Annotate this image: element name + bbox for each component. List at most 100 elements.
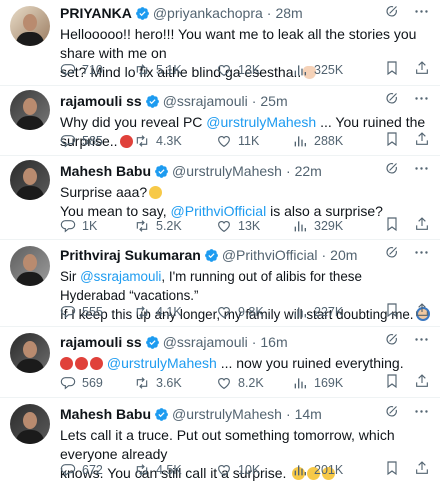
- repost-button[interactable]: 5.1K: [134, 62, 216, 78]
- like-button[interactable]: 9.8K: [216, 304, 292, 320]
- timestamp[interactable]: 28m: [275, 5, 302, 21]
- reply-button[interactable]: 569: [60, 375, 134, 391]
- views-button[interactable]: 169K: [292, 375, 368, 391]
- bookmark-icon[interactable]: [384, 302, 400, 321]
- share-icon[interactable]: [414, 131, 430, 150]
- mention-link[interactable]: @urstrulyMahesh: [107, 355, 217, 371]
- views-count: 227K: [314, 304, 344, 319]
- avatar[interactable]: [10, 333, 50, 373]
- author-name[interactable]: rajamouli ss: [60, 334, 142, 350]
- reply-button[interactable]: 585: [60, 133, 134, 149]
- author-handle[interactable]: @PrithviOfficial: [222, 247, 318, 263]
- timestamp[interactable]: 16m: [260, 334, 287, 350]
- more-icon[interactable]: [413, 3, 430, 20]
- author-name[interactable]: Prithviraj Sukumaran: [60, 247, 201, 263]
- like-button[interactable]: 10K: [216, 462, 292, 478]
- repost-button[interactable]: 4.3K: [134, 133, 216, 149]
- repost-button[interactable]: 3.6K: [134, 375, 216, 391]
- more-icon[interactable]: [413, 244, 430, 261]
- verified-badge-icon: [145, 335, 160, 350]
- tweet-header-icons: [384, 403, 430, 420]
- grok-icon[interactable]: [384, 161, 399, 176]
- reply-icon: [60, 62, 76, 78]
- author-name[interactable]: rajamouli ss: [60, 93, 142, 109]
- like-button[interactable]: 11K: [216, 133, 292, 149]
- like-button[interactable]: 13K: [216, 218, 292, 234]
- author-name[interactable]: Mahesh Babu: [60, 406, 151, 422]
- tweet[interactable]: Mahesh Babu @urstrulyMahesh · 14m Lets c…: [0, 398, 440, 487]
- tweet-text-line: Surprise aaa?: [60, 184, 148, 200]
- like-button[interactable]: 8.2K: [216, 375, 292, 391]
- bookmark-icon[interactable]: [384, 60, 400, 79]
- avatar[interactable]: [10, 246, 50, 286]
- reply-button[interactable]: 555: [60, 304, 134, 320]
- share-icon[interactable]: [414, 373, 430, 392]
- tweet-actions: 555 4.1K 9.8K 227K: [60, 302, 430, 321]
- tweet-actions: 569 3.6K 8.2K 169K: [60, 373, 430, 392]
- author-handle[interactable]: @ssrajamouli: [163, 93, 248, 109]
- reply-button[interactable]: 1K: [60, 218, 134, 234]
- bookmark-icon[interactable]: [384, 373, 400, 392]
- bookmark-icon[interactable]: [384, 216, 400, 235]
- share-icon[interactable]: [414, 60, 430, 79]
- author-handle[interactable]: @priyankachopra: [153, 5, 263, 21]
- avatar[interactable]: [10, 90, 50, 130]
- timestamp[interactable]: 25m: [260, 93, 287, 109]
- repost-button[interactable]: 4.5K: [134, 462, 216, 478]
- more-icon[interactable]: [413, 403, 430, 420]
- tweet-header-icons: [384, 331, 430, 348]
- author-name[interactable]: PRIYANKA: [60, 5, 132, 21]
- tweet[interactable]: PRIYANKA @priyankachopra · 28m Hellooooo…: [0, 0, 440, 86]
- repost-button[interactable]: 5.2K: [134, 218, 216, 234]
- timestamp[interactable]: 22m: [295, 163, 322, 179]
- repost-icon: [134, 133, 150, 149]
- avatar[interactable]: [10, 404, 50, 444]
- more-icon[interactable]: [413, 90, 430, 107]
- reply-button[interactable]: 672: [60, 462, 134, 478]
- grok-icon[interactable]: [384, 91, 399, 106]
- more-icon[interactable]: [413, 331, 430, 348]
- share-icon[interactable]: [414, 302, 430, 321]
- grok-icon[interactable]: [384, 332, 399, 347]
- author-handle[interactable]: @ssrajamouli: [163, 334, 248, 350]
- share-icon[interactable]: [414, 216, 430, 235]
- tweet[interactable]: rajamouli ss @ssrajamouli · 16m @urstrul…: [0, 327, 440, 398]
- grok-icon[interactable]: [384, 404, 399, 419]
- views-button[interactable]: 227K: [292, 304, 368, 320]
- reply-icon: [60, 304, 76, 320]
- mention-link[interactable]: @ssrajamouli: [80, 269, 161, 284]
- grok-icon[interactable]: [384, 245, 399, 260]
- bookmark-icon[interactable]: [384, 460, 400, 479]
- mention-link[interactable]: @urstrulyMahesh: [206, 114, 316, 130]
- views-icon: [292, 375, 308, 391]
- author-handle[interactable]: @urstrulyMahesh: [172, 163, 282, 179]
- reply-icon: [60, 375, 76, 391]
- reply-count: 585: [82, 133, 103, 148]
- avatar[interactable]: [10, 160, 50, 200]
- timestamp[interactable]: 14m: [295, 406, 322, 422]
- bookmark-icon[interactable]: [384, 131, 400, 150]
- like-button[interactable]: 13K: [216, 62, 292, 78]
- repost-icon: [134, 218, 150, 234]
- reply-count: 555: [82, 304, 103, 319]
- share-icon[interactable]: [414, 460, 430, 479]
- grok-icon[interactable]: [384, 4, 399, 19]
- tweet[interactable]: Mahesh Babu @urstrulyMahesh · 22m Surpri…: [0, 156, 440, 240]
- reply-button[interactable]: 710: [60, 62, 134, 78]
- avatar[interactable]: [10, 6, 50, 46]
- tweet[interactable]: rajamouli ss @ssrajamouli · 25m Why did …: [0, 86, 440, 156]
- tweet[interactable]: Prithviraj Sukumaran @PrithviOfficial · …: [0, 240, 440, 327]
- views-button[interactable]: 329K: [292, 218, 368, 234]
- verified-badge-icon: [154, 164, 169, 179]
- views-button[interactable]: 201K: [292, 462, 368, 478]
- like-count: 11K: [238, 133, 260, 148]
- views-button[interactable]: 325K: [292, 62, 368, 78]
- repost-count: 4.5K: [156, 462, 182, 477]
- repost-button[interactable]: 4.1K: [134, 304, 216, 320]
- author-name[interactable]: Mahesh Babu: [60, 163, 151, 179]
- timestamp[interactable]: 20m: [330, 247, 357, 263]
- author-handle[interactable]: @urstrulyMahesh: [172, 406, 282, 422]
- views-button[interactable]: 288K: [292, 133, 368, 149]
- tweet-header: Mahesh Babu @urstrulyMahesh · 14m: [60, 398, 430, 424]
- more-icon[interactable]: [413, 160, 430, 177]
